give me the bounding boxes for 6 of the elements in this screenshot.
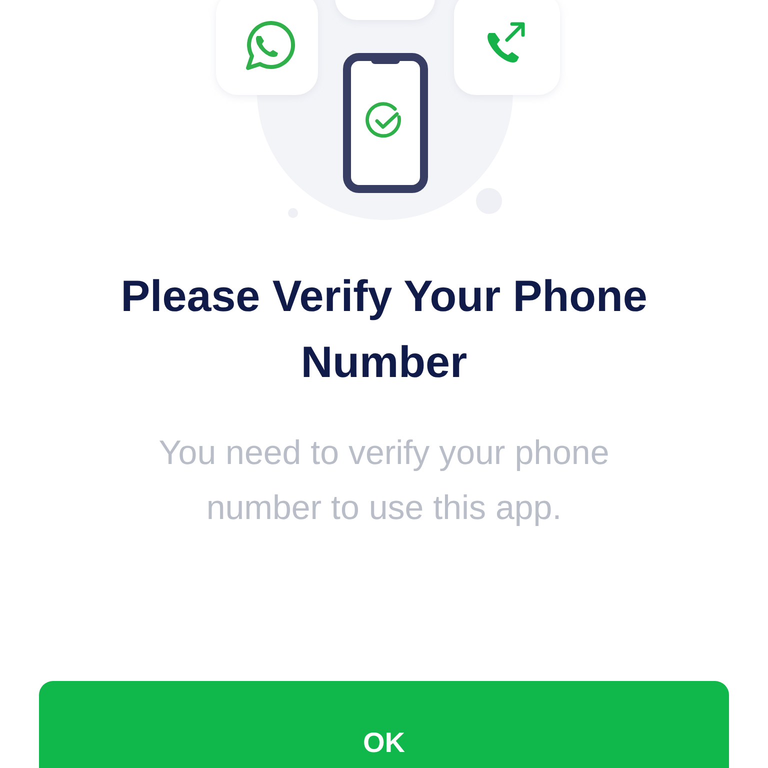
ok-button[interactable]: OK [39, 681, 729, 768]
check-circle-icon [366, 102, 401, 138]
verification-message: You need to verify your phone number to use this app. [158, 433, 610, 529]
screen-title: Please Verify Your Phone Number [120, 271, 648, 389]
phone-arrow-icon [488, 22, 525, 62]
chat-phone-icon [246, 21, 295, 70]
